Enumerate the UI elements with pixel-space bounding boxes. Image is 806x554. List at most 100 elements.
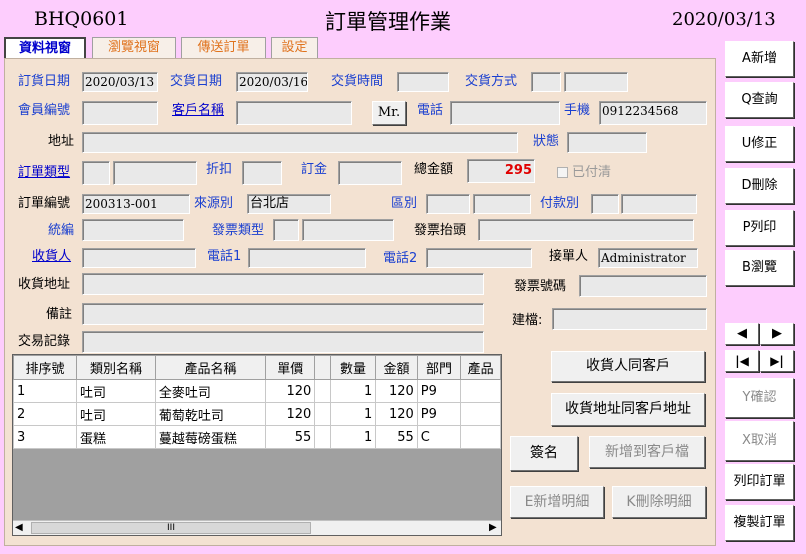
table-row[interactable]: 3 蛋糕 蔓越莓磅蛋糕 55 1 55 C bbox=[13, 425, 501, 449]
paid-checkbox[interactable] bbox=[557, 167, 568, 178]
same-receiver-button[interactable]: 收貨人同客戶 bbox=[551, 351, 705, 382]
col-header-product[interactable]: 產品名稱 bbox=[154, 355, 267, 380]
cell-amount[interactable]: 55 bbox=[375, 425, 418, 449]
mobile-field[interactable]: 0912234568 bbox=[599, 101, 707, 125]
phone2-field[interactable] bbox=[426, 248, 532, 268]
modify-button[interactable]: U修正 bbox=[725, 126, 794, 162]
cell-seq[interactable]: 1 bbox=[13, 379, 78, 403]
col-header-seq[interactable]: 排序號 bbox=[13, 355, 78, 380]
browse-button[interactable]: B瀏覽 bbox=[725, 250, 794, 286]
order-type-code-field[interactable] bbox=[82, 161, 110, 185]
scroll-right-icon[interactable]: ▶ bbox=[489, 522, 497, 533]
prev-record-button[interactable]: ◀ bbox=[725, 323, 759, 345]
phone-field[interactable] bbox=[450, 101, 560, 125]
cell-seq[interactable]: 3 bbox=[13, 425, 78, 449]
cell-product-extra[interactable] bbox=[460, 402, 501, 426]
cell-price[interactable]: 55 bbox=[265, 425, 316, 449]
invoice-no-field[interactable] bbox=[579, 275, 707, 297]
payment-code-field[interactable] bbox=[591, 194, 619, 214]
delivery-date-field[interactable]: 2020/03/16 bbox=[236, 72, 308, 92]
sign-button[interactable]: 簽名 bbox=[510, 436, 578, 471]
add-to-customer-button[interactable]: 新增到客戶檔 bbox=[589, 436, 705, 468]
cell-qty[interactable]: 1 bbox=[329, 402, 377, 426]
tab-data-window[interactable]: 資料視窗 bbox=[4, 37, 86, 60]
payment-name-field[interactable] bbox=[621, 194, 697, 214]
receiver-field[interactable] bbox=[82, 248, 196, 268]
tax-id-field[interactable] bbox=[82, 219, 184, 241]
invoice-type-code-field[interactable] bbox=[273, 219, 299, 241]
cell-category[interactable]: 吐司 bbox=[76, 402, 156, 426]
address-field[interactable] bbox=[82, 132, 518, 153]
region-code-field[interactable] bbox=[426, 194, 470, 214]
table-row[interactable]: 2 吐司 葡萄乾吐司 120 1 120 P9 bbox=[13, 402, 501, 426]
invoice-type-name-field[interactable] bbox=[302, 219, 394, 241]
tab-send-order[interactable]: 傳送訂單 bbox=[181, 37, 266, 58]
first-record-button[interactable]: |◀ bbox=[725, 350, 759, 372]
cell-product-extra[interactable] bbox=[460, 425, 501, 449]
delete-detail-button[interactable]: K刪除明細 bbox=[612, 486, 706, 518]
print-order-button[interactable]: 列印訂單 bbox=[725, 464, 794, 500]
region-name-field[interactable] bbox=[473, 194, 531, 214]
order-no-field[interactable]: 200313-001 bbox=[82, 194, 190, 214]
cell-category[interactable]: 蛋糕 bbox=[76, 425, 156, 449]
cell-blank[interactable] bbox=[314, 402, 331, 426]
receiver-link[interactable]: 收貨人 bbox=[32, 248, 71, 266]
last-record-button[interactable]: ▶| bbox=[760, 350, 794, 372]
cancel-button[interactable]: X取消 bbox=[725, 421, 794, 461]
print-button[interactable]: P列印 bbox=[725, 210, 794, 246]
col-header-category[interactable]: 類別名稱 bbox=[76, 355, 156, 380]
grid-horizontal-scrollbar[interactable]: ◀ III ▶ bbox=[13, 520, 501, 535]
cell-amount[interactable]: 120 bbox=[375, 379, 418, 403]
discount-field[interactable] bbox=[242, 161, 282, 185]
cell-blank[interactable] bbox=[314, 379, 331, 403]
ship-address-field[interactable] bbox=[82, 273, 484, 295]
mr-button[interactable]: Mr. bbox=[372, 101, 406, 125]
copy-order-button[interactable]: 複製訂單 bbox=[725, 505, 794, 541]
table-row[interactable]: 1 吐司 全麥吐司 120 1 120 P9 bbox=[13, 379, 501, 403]
add-detail-button[interactable]: E新增明細 bbox=[510, 486, 604, 518]
remark-field[interactable] bbox=[82, 303, 484, 325]
cell-product[interactable]: 葡萄乾吐司 bbox=[154, 402, 267, 426]
scroll-thumb[interactable]: III bbox=[31, 522, 311, 534]
cell-category[interactable]: 吐司 bbox=[76, 379, 156, 403]
next-record-button[interactable]: ▶ bbox=[760, 323, 794, 345]
order-type-link[interactable]: 訂單類型 bbox=[18, 164, 70, 182]
invoice-title-field[interactable] bbox=[478, 219, 694, 241]
cell-dept[interactable]: P9 bbox=[416, 379, 462, 403]
cell-price[interactable]: 120 bbox=[265, 379, 316, 403]
same-address-button[interactable]: 收貨地址同客戶地址 bbox=[551, 393, 705, 426]
cell-product-extra[interactable] bbox=[460, 379, 501, 403]
handler-field[interactable]: Administrator bbox=[598, 248, 698, 268]
customer-name-link[interactable]: 客戶名稱 bbox=[172, 102, 224, 120]
col-header-price[interactable]: 單價 bbox=[265, 355, 316, 380]
delete-button[interactable]: D刪除 bbox=[725, 168, 794, 204]
cell-amount[interactable]: 120 bbox=[375, 402, 418, 426]
cell-price[interactable]: 120 bbox=[265, 402, 316, 426]
cell-product[interactable]: 蔓越莓磅蛋糕 bbox=[154, 425, 267, 449]
phone1-field[interactable] bbox=[248, 248, 366, 268]
status-field[interactable] bbox=[567, 132, 647, 153]
tab-settings[interactable]: 設定 bbox=[271, 37, 318, 58]
delivery-time-field[interactable] bbox=[397, 72, 449, 92]
col-header-qty[interactable]: 數量 bbox=[329, 355, 377, 380]
cell-seq[interactable]: 2 bbox=[13, 402, 78, 426]
confirm-button[interactable]: Y確認 bbox=[725, 378, 794, 418]
cell-qty[interactable]: 1 bbox=[329, 379, 377, 403]
scroll-left-icon[interactable]: ◀ bbox=[15, 522, 23, 533]
cell-product[interactable]: 全麥吐司 bbox=[154, 379, 267, 403]
deposit-field[interactable] bbox=[338, 161, 402, 185]
col-header-dept[interactable]: 部門 bbox=[416, 355, 462, 380]
col-header-blank[interactable] bbox=[314, 355, 331, 380]
delivery-method-code-field[interactable] bbox=[531, 72, 561, 92]
order-type-name-field[interactable] bbox=[113, 161, 197, 185]
tab-browse-window[interactable]: 瀏覽視窗 bbox=[92, 37, 176, 58]
source-field[interactable]: 台北店 bbox=[247, 194, 331, 214]
new-button[interactable]: A新增 bbox=[725, 41, 794, 77]
query-button[interactable]: Q查詢 bbox=[725, 82, 794, 118]
order-date-field[interactable]: 2020/03/13 bbox=[82, 72, 158, 92]
cell-dept[interactable]: C bbox=[416, 425, 462, 449]
order-detail-grid[interactable]: 排序號 類別名稱 產品名稱 單價 數量 金額 部門 產品 1 吐司 全麥吐司 1… bbox=[12, 354, 502, 536]
col-header-amount[interactable]: 金額 bbox=[375, 355, 418, 380]
cell-blank[interactable] bbox=[314, 425, 331, 449]
cell-qty[interactable]: 1 bbox=[329, 425, 377, 449]
